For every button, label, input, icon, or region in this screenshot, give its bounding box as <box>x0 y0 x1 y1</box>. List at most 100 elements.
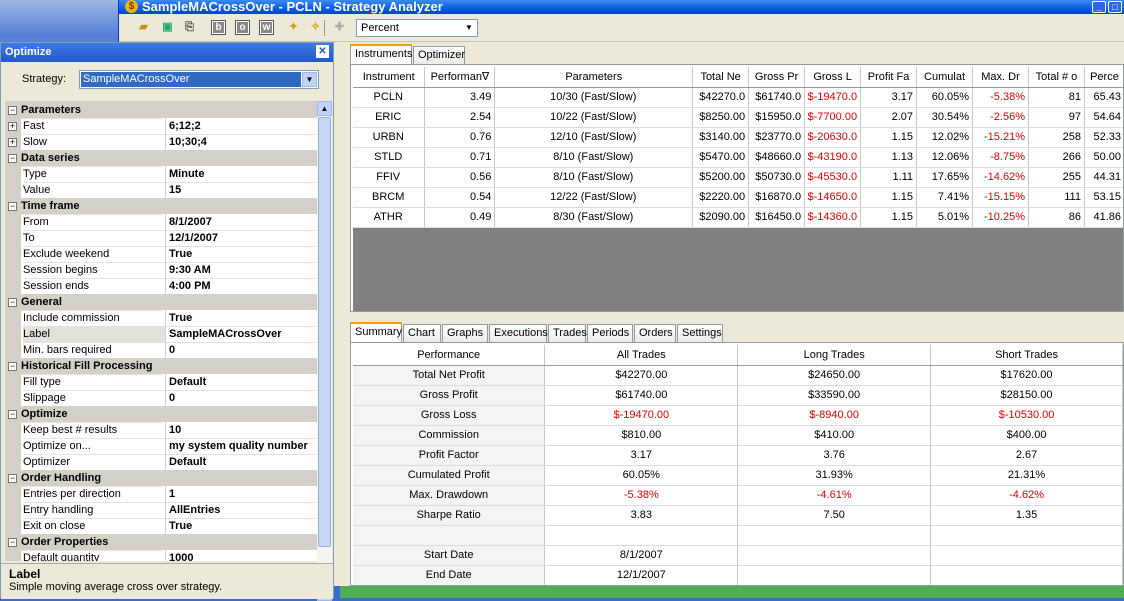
strategy-select[interactable]: SampleMACrossOver ▼ <box>79 70 319 89</box>
expand-icon[interactable]: + <box>8 122 17 131</box>
window-titlebar[interactable]: $ SampleMACrossOver - PCLN - Strategy Ana… <box>119 0 1124 14</box>
property-category[interactable]: − Historical Fill Processing <box>5 358 317 375</box>
star-wand-icon[interactable]: ✧ <box>307 19 324 36</box>
property-row[interactable]: Min. bars required 0 <box>5 342 317 359</box>
table-row[interactable]: FFIV 0.56 8/10 (Fast/Slow) $5200.00 $50730.0… <box>353 167 1123 188</box>
tab-summary[interactable]: Summary <box>350 322 402 342</box>
property-value[interactable]: True <box>165 310 317 327</box>
expand-icon[interactable]: + <box>8 138 17 147</box>
property-row[interactable]: Exclude weekend True <box>5 246 317 263</box>
column-header[interactable]: Short Trades <box>930 345 1123 366</box>
column-header[interactable]: Instrument <box>353 67 426 88</box>
property-row[interactable]: Entry handling AllEntries <box>5 502 317 519</box>
property-value[interactable]: 10;30;4 <box>165 134 317 151</box>
bar-chart-o-button[interactable]: o <box>235 20 250 35</box>
property-value[interactable]: 9:30 AM <box>165 262 317 279</box>
column-header[interactable]: Total # o <box>1028 67 1085 88</box>
property-value[interactable]: True <box>165 246 317 263</box>
property-value[interactable]: Default <box>165 454 317 471</box>
property-row[interactable]: Type Minute <box>5 166 317 183</box>
property-value[interactable]: 15 <box>165 182 317 199</box>
column-header[interactable]: Perce <box>1084 67 1123 88</box>
panel-splitter[interactable] <box>346 314 1124 320</box>
property-value[interactable]: 4:00 PM <box>165 278 317 295</box>
property-value[interactable]: 8/1/2007 <box>165 214 317 231</box>
property-category[interactable]: − General <box>5 294 317 311</box>
property-value[interactable]: 6;12;2 <box>165 118 317 135</box>
tab-trades[interactable]: Trades <box>548 324 587 342</box>
collapse-icon[interactable]: − <box>8 474 17 483</box>
scroll-thumb[interactable] <box>318 117 331 547</box>
scroll-up-icon[interactable]: ▲ <box>317 101 332 116</box>
collapse-icon[interactable]: − <box>8 106 17 115</box>
close-icon[interactable]: ✕ <box>316 45 329 58</box>
table-row[interactable]: ERIC 2.54 10/22 (Fast/Slow) $8250.00 $15950.… <box>353 107 1123 128</box>
tab-executions[interactable]: Executions <box>489 324 548 342</box>
column-header[interactable]: Cumulat <box>916 67 974 88</box>
tab-orders[interactable]: Orders <box>634 324 676 342</box>
property-row[interactable]: Exit on close True <box>5 518 317 535</box>
property-value[interactable]: True <box>165 518 317 535</box>
table-row[interactable]: STLD 0.71 8/10 (Fast/Slow) $5470.00 $48660.0… <box>353 147 1123 168</box>
column-header[interactable]: Long Trades <box>737 345 932 366</box>
collapse-icon[interactable]: − <box>8 538 17 547</box>
property-row[interactable]: Session begins 9:30 AM <box>5 262 317 279</box>
property-row[interactable]: From 8/1/2007 <box>5 214 317 231</box>
property-value[interactable]: Minute <box>165 166 317 183</box>
collapse-icon[interactable]: − <box>8 154 17 163</box>
property-value[interactable]: 1 <box>165 486 317 503</box>
property-row[interactable]: + Slow 10;30;4 <box>5 134 317 151</box>
puzzle-icon[interactable]: ✚ <box>331 19 348 36</box>
property-row[interactable]: Slippage 0 <box>5 390 317 407</box>
display-unit-combo[interactable]: Percent ▼ <box>356 19 478 37</box>
maximize-button[interactable]: □ <box>1108 1 1122 13</box>
column-header[interactable]: Parameters <box>494 67 694 88</box>
minimize-button[interactable]: _ <box>1092 1 1106 13</box>
open-folder-icon[interactable]: ▰ <box>135 19 152 36</box>
chevron-down-icon[interactable]: ▼ <box>302 72 317 87</box>
property-value[interactable]: 10 <box>165 422 317 439</box>
property-row[interactable]: Label SampleMACrossOver <box>5 326 317 343</box>
column-header[interactable]: Total Ne <box>692 67 750 88</box>
tab-optimizer[interactable]: Optimizer <box>413 46 465 64</box>
property-category[interactable]: − Data series <box>5 150 317 167</box>
property-row[interactable]: Default quantity 1000 <box>5 550 317 561</box>
property-value[interactable]: 12/1/2007 <box>165 230 317 247</box>
table-row[interactable]: BRCM 0.54 12/22 (Fast/Slow) $2220.00 $16870.… <box>353 187 1123 208</box>
column-header[interactable]: Performan∇ <box>424 67 496 88</box>
property-value[interactable]: SampleMACrossOver <box>165 326 317 343</box>
property-row[interactable]: Keep best # results 10 <box>5 422 317 439</box>
property-value[interactable]: my system quality number <box>165 438 317 455</box>
column-header[interactable]: Profit Fa <box>860 67 918 88</box>
property-row[interactable]: + Fast 6;12;2 <box>5 118 317 135</box>
bar-chart-b-button[interactable]: b <box>211 20 226 35</box>
wand-icon[interactable]: ✦ <box>285 19 302 36</box>
property-row[interactable]: Value 15 <box>5 182 317 199</box>
property-value[interactable]: 0 <box>165 390 317 407</box>
property-row[interactable]: Fill type Default <box>5 374 317 391</box>
property-row[interactable]: Include commission True <box>5 310 317 327</box>
property-value[interactable]: AllEntries <box>165 502 317 519</box>
collapse-icon[interactable]: − <box>8 362 17 371</box>
property-category[interactable]: − Parameters <box>5 102 317 119</box>
bar-chart-w-button[interactable]: w <box>259 20 274 35</box>
property-value[interactable]: Default <box>165 374 317 391</box>
column-header[interactable]: All Trades <box>544 345 739 366</box>
tab-instruments[interactable]: Instruments <box>350 44 412 64</box>
export-icon[interactable]: ⎘ <box>181 19 198 36</box>
property-row[interactable]: Optimizer Default <box>5 454 317 471</box>
chevron-down-icon[interactable]: ▼ <box>462 21 476 35</box>
tab-graphs[interactable]: Graphs <box>442 324 488 342</box>
table-row[interactable]: PCLN 3.49 10/30 (Fast/Slow) $42270.0 $61740.… <box>353 87 1123 108</box>
property-category[interactable]: − Order Handling <box>5 470 317 487</box>
collapse-icon[interactable]: − <box>8 298 17 307</box>
property-category[interactable]: − Time frame <box>5 198 317 215</box>
column-header[interactable]: Gross L <box>804 67 862 88</box>
column-header[interactable]: Gross Pr <box>748 67 806 88</box>
property-row[interactable]: Session ends 4:00 PM <box>5 278 317 295</box>
property-row[interactable]: To 12/1/2007 <box>5 230 317 247</box>
tab-settings[interactable]: Settings <box>677 324 723 342</box>
property-grid-scrollbar[interactable]: ▲ ▼ <box>317 101 332 601</box>
property-value[interactable]: 0 <box>165 342 317 359</box>
column-header[interactable]: Performance <box>353 345 546 366</box>
